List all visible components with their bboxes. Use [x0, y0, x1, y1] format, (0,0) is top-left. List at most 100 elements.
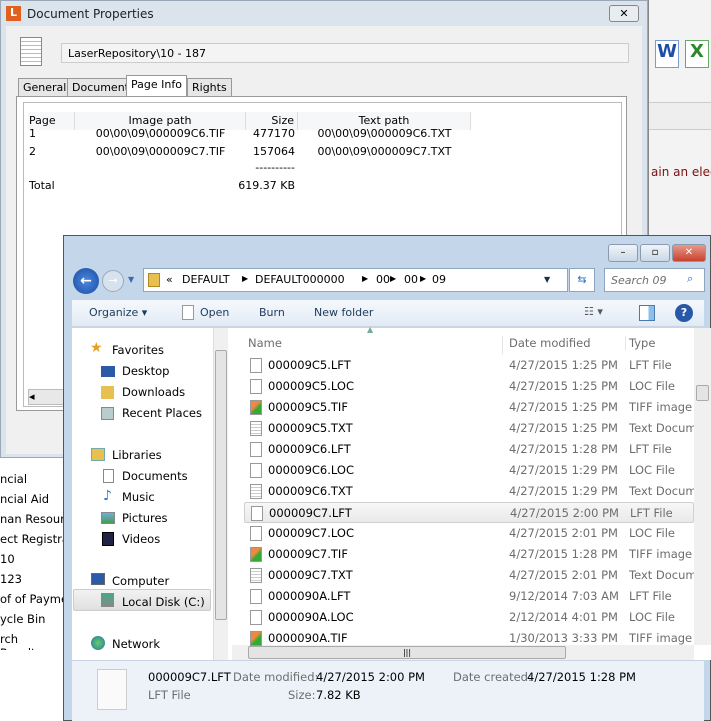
- file-row[interactable]: 000009C7.LFT 4/27/2015 2:00 PM LFT File: [244, 502, 694, 523]
- tab-general[interactable]: General: [18, 78, 72, 96]
- list-item[interactable]: nan Resourc: [0, 512, 63, 526]
- breadcrumb-overflow[interactable]: «: [166, 273, 173, 286]
- command-bar: Organize ▾ Open Burn New folder ☷ ▾ ?: [72, 300, 704, 327]
- file-row[interactable]: 000009C5.TIF 4/27/2015 1:25 PM TIFF imag…: [244, 397, 694, 418]
- file-date: 4/27/2015 1:25 PM: [509, 379, 618, 393]
- window-title: Document Properties: [27, 7, 154, 21]
- forward-button[interactable]: →: [102, 270, 124, 292]
- file-row[interactable]: 000009C6.LOC 4/27/2015 1:29 PM LOC File: [244, 460, 694, 481]
- back-button[interactable]: ←: [73, 268, 99, 294]
- nav-videos[interactable]: Videos: [122, 532, 160, 546]
- total-label: Total: [29, 179, 55, 192]
- list-item[interactable]: ect Registrat: [0, 532, 63, 546]
- file-date: 4/27/2015 1:25 PM: [509, 358, 618, 372]
- nav-favorites[interactable]: Favorites: [112, 343, 164, 357]
- list-item[interactable]: ycle Bin: [0, 612, 45, 626]
- tab-document[interactable]: Document: [67, 78, 134, 96]
- file-row[interactable]: 0000090A.LFT 9/12/2014 7:03 AM LFT File: [244, 586, 694, 607]
- view-options-icon[interactable]: ☷ ▾: [584, 305, 603, 318]
- file-preview-icon: [97, 669, 127, 710]
- breadcrumb-separator-icon[interactable]: ▶: [390, 274, 396, 283]
- help-icon[interactable]: ?: [675, 304, 693, 322]
- open-button[interactable]: Open: [200, 306, 229, 319]
- column-header-type[interactable]: Type: [629, 336, 655, 350]
- minimize-button[interactable]: –: [608, 244, 638, 262]
- list-item[interactable]: 10: [0, 552, 15, 566]
- list-item[interactable]: 123: [0, 572, 22, 586]
- file-row[interactable]: 0000090A.LOC 2/12/2014 4:01 PM LOC File: [244, 607, 694, 628]
- column-header-name[interactable]: Name: [248, 336, 503, 354]
- nav-documents[interactable]: Documents: [122, 469, 188, 483]
- file-type: TIFF image: [629, 547, 693, 561]
- breadcrumb-separator-icon[interactable]: ▶: [242, 274, 248, 283]
- vertical-scrollbar-thumb[interactable]: [696, 385, 709, 401]
- file-row[interactable]: 000009C5.TXT 4/27/2015 1:25 PM Text Docu…: [244, 418, 694, 439]
- file-date: 4/27/2015 1:29 PM: [509, 463, 618, 477]
- nav-scrollbar[interactable]: [213, 328, 228, 660]
- vertical-scrollbar[interactable]: [694, 328, 711, 645]
- preview-pane-icon[interactable]: [639, 305, 655, 321]
- address-bar[interactable]: « DEFAULT ▶ DEFAULT000000 ▶ 00 ▶ 00 ▶ 09…: [143, 268, 568, 292]
- breadcrumb-item[interactable]: DEFAULT: [182, 273, 230, 286]
- nav-computer[interactable]: Computer: [112, 574, 169, 588]
- file-row[interactable]: 0000090A.TIF 1/30/2013 3:33 PM TIFF imag…: [244, 628, 694, 649]
- nav-network[interactable]: Network: [112, 637, 160, 651]
- word-icon[interactable]: W: [655, 40, 679, 68]
- history-dropdown-icon[interactable]: ▼: [128, 275, 134, 284]
- nav-downloads[interactable]: Downloads: [122, 385, 185, 399]
- background-app: W X ain an electr: [648, 0, 711, 235]
- column-header-date-modified[interactable]: Date modified: [509, 336, 626, 350]
- file-type: LOC File: [629, 379, 675, 393]
- horizontal-scrollbar[interactable]: ◂: [28, 389, 68, 405]
- nav-desktop[interactable]: Desktop: [122, 364, 169, 378]
- new-folder-button[interactable]: New folder: [314, 306, 373, 319]
- maximize-button[interactable]: ▫: [640, 244, 670, 262]
- file-row[interactable]: 000009C6.LFT 4/27/2015 1:28 PM LFT File: [244, 439, 694, 460]
- breadcrumb-item[interactable]: 00: [376, 273, 390, 286]
- file-row[interactable]: 000009C7.LOC 4/27/2015 2:01 PM LOC File: [244, 523, 694, 544]
- list-item[interactable]: of of Payme: [0, 592, 63, 606]
- breadcrumb-item[interactable]: DEFAULT000000: [255, 273, 345, 286]
- details-file-type: LFT File: [148, 688, 191, 702]
- search-icon[interactable]: ⌕: [687, 272, 693, 286]
- file-name: 000009C6.TXT: [268, 484, 353, 498]
- list-item[interactable]: rch Results: [0, 632, 63, 650]
- file-row[interactable]: 000009C5.LFT 4/27/2015 1:25 PM LFT File: [244, 355, 694, 376]
- list-item[interactable]: ncial Aid: [0, 492, 49, 506]
- organize-button[interactable]: Organize ▾: [89, 306, 147, 319]
- file-name: 000009C5.TIF: [268, 400, 348, 414]
- refresh-button[interactable]: ⇆: [569, 268, 595, 292]
- search-input[interactable]: Search 09 ⌕: [604, 268, 705, 292]
- file-type: LFT File: [629, 442, 672, 456]
- list-item[interactable]: ncial: [0, 472, 27, 486]
- file-icon: [250, 358, 262, 373]
- nav-scrollbar-thumb[interactable]: [215, 350, 227, 620]
- nav-pictures[interactable]: Pictures: [122, 511, 168, 525]
- file-row[interactable]: 000009C7.TIF 4/27/2015 1:28 PM TIFF imag…: [244, 544, 694, 565]
- close-button[interactable]: ✕: [609, 5, 639, 22]
- address-dropdown-icon[interactable]: ▼: [544, 275, 550, 284]
- nav-libraries[interactable]: Libraries: [112, 448, 162, 462]
- tab-rights[interactable]: Rights: [187, 78, 232, 96]
- cell-size: 477170: [253, 127, 295, 140]
- nav-recent-places[interactable]: Recent Places: [122, 406, 202, 420]
- document-path-field[interactable]: LaserRepository\10 - 187: [61, 43, 629, 63]
- file-icon: [250, 589, 262, 604]
- breadcrumb-item[interactable]: 00: [404, 273, 418, 286]
- nav-music[interactable]: Music: [122, 490, 155, 504]
- burn-button[interactable]: Burn: [259, 306, 285, 319]
- close-button[interactable]: ✕: [672, 244, 706, 262]
- desktop-icon: [101, 366, 115, 377]
- file-row[interactable]: 000009C6.TXT 4/27/2015 1:29 PM Text Docu…: [244, 481, 694, 502]
- pictures-icon: [101, 512, 115, 524]
- excel-icon[interactable]: X: [685, 40, 709, 68]
- file-name: 000009C7.LFT: [269, 506, 352, 520]
- file-icon: [250, 463, 262, 478]
- tab-page-info[interactable]: Page Info: [126, 75, 187, 97]
- breadcrumb-item[interactable]: 09: [432, 273, 446, 286]
- file-row[interactable]: 000009C7.TXT 4/27/2015 2:01 PM Text Docu…: [244, 565, 694, 586]
- breadcrumb-separator-icon[interactable]: ▶: [420, 274, 426, 283]
- file-date: 2/12/2014 4:01 PM: [509, 610, 618, 624]
- file-row[interactable]: 000009C5.LOC 4/27/2015 1:25 PM LOC File: [244, 376, 694, 397]
- breadcrumb-separator-icon[interactable]: ▶: [362, 274, 368, 283]
